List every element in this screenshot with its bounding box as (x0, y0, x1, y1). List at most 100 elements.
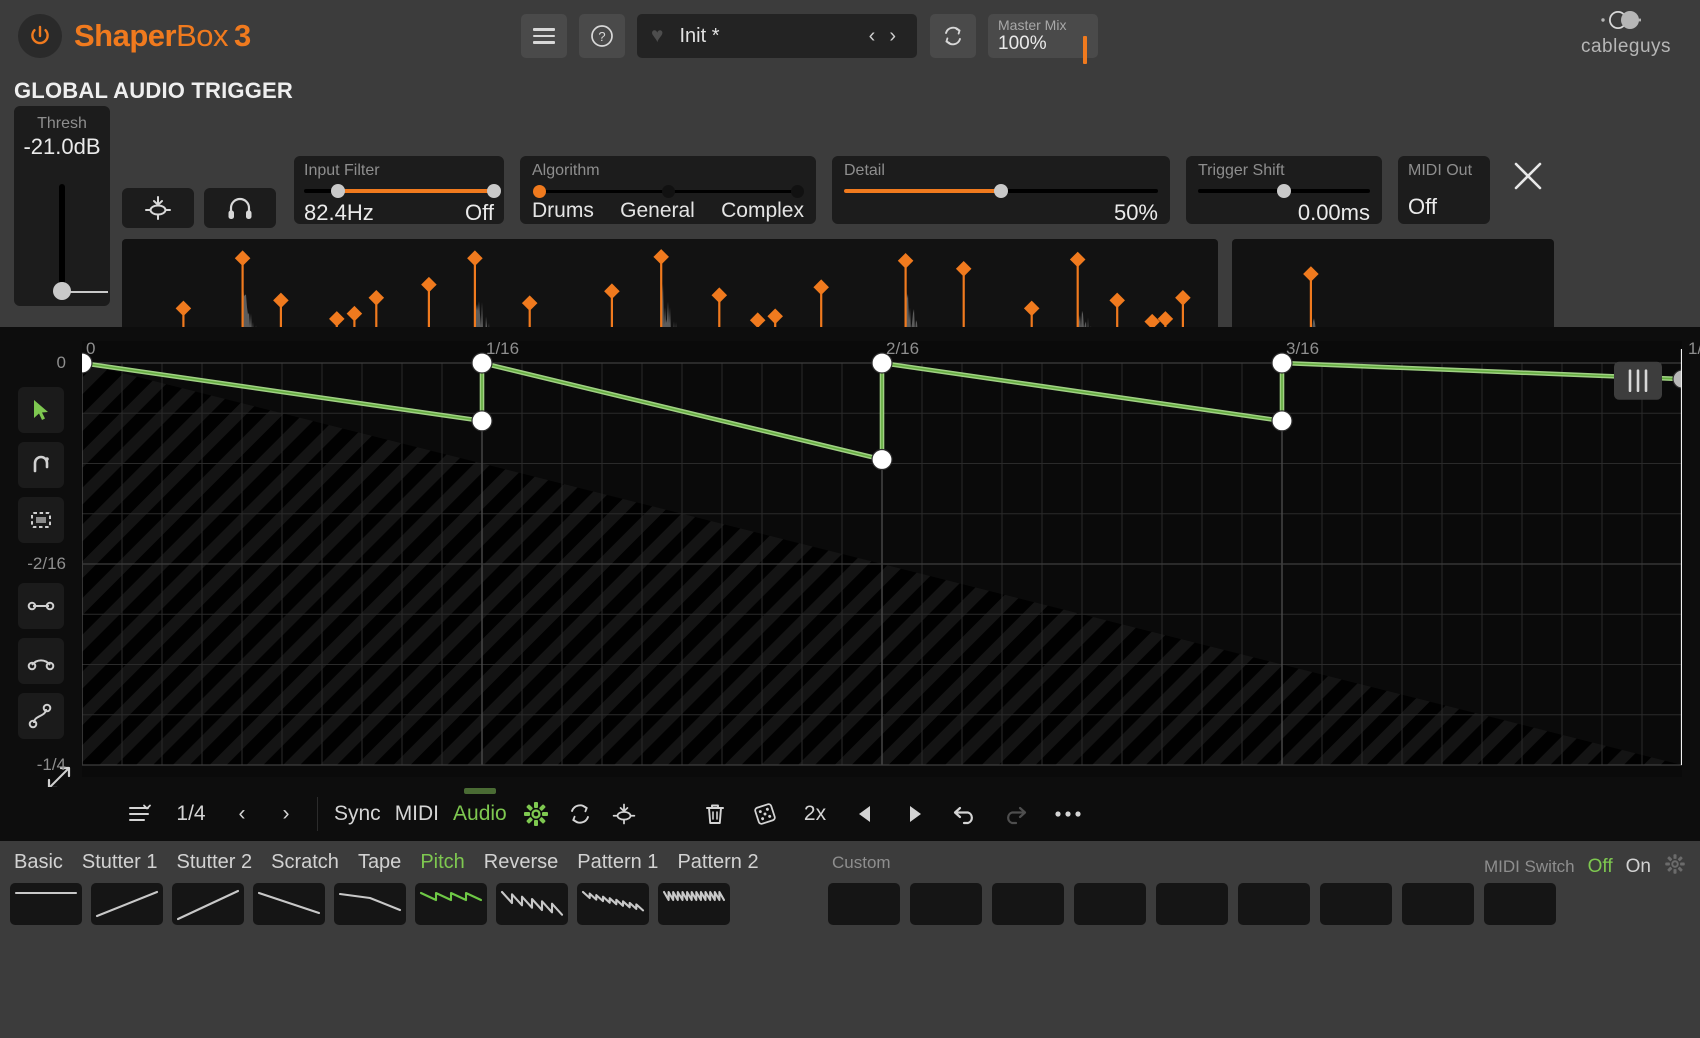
preset-selector[interactable]: ♥ Init * ‹ › (637, 14, 917, 58)
shape-tab-scratch[interactable]: Scratch (271, 851, 339, 874)
detail-slider[interactable] (844, 184, 1158, 198)
scurve-tool[interactable] (18, 693, 64, 739)
sidechain-toggle-button[interactable] (122, 188, 194, 228)
algorithm-option-general[interactable]: General (620, 199, 695, 223)
mode-audio-button[interactable]: Audio (446, 792, 514, 836)
heart-icon[interactable]: ♥ (651, 24, 663, 48)
custom-slot[interactable] (1320, 883, 1392, 925)
threshold-knob[interactable] (53, 282, 71, 300)
redo-button[interactable] (990, 792, 1040, 836)
custom-slot[interactable] (1074, 883, 1146, 925)
algorithm-option-drums[interactable]: Drums (532, 199, 594, 223)
shape-thumb-shape-rise-slight[interactable] (91, 883, 163, 925)
mode-midi-button[interactable]: MIDI (388, 792, 446, 836)
trigger-shift-knob[interactable] (1277, 184, 1291, 198)
custom-slot[interactable] (1238, 883, 1310, 925)
midi-switch-on[interactable]: On (1626, 856, 1651, 878)
mode-settings-button[interactable] (514, 792, 558, 836)
input-filter-low-knob[interactable] (331, 184, 345, 198)
envelope-svg[interactable] (82, 341, 1682, 777)
algorithm-dots[interactable] (532, 184, 804, 198)
envelope-editor[interactable]: 0 -2/16 -1/4 0 1/16 2/16 3/16 1/4 (0, 327, 1700, 787)
power-icon (28, 24, 52, 48)
y-axis-label-1-4: -1/4 (12, 755, 66, 775)
trigger-shift-slider[interactable] (1198, 184, 1370, 198)
rate-next-button[interactable]: › (264, 792, 308, 836)
clear-button[interactable] (690, 792, 740, 836)
preset-prev-button[interactable]: ‹ (862, 25, 883, 48)
shape-preview-icon (91, 883, 163, 925)
envelope-canvas[interactable]: 0 1/16 2/16 3/16 1/4 (82, 341, 1682, 777)
shape-tab-tape[interactable]: Tape (358, 851, 401, 874)
shape-thumb-shape-rise-steep[interactable] (172, 883, 244, 925)
shape-tab-basic[interactable]: Basic (14, 851, 63, 874)
trigger-source-button[interactable] (602, 792, 646, 836)
line-tool[interactable] (18, 583, 64, 629)
preset-next-button[interactable]: › (882, 25, 903, 48)
multiplier-button[interactable]: 2x (790, 792, 840, 836)
reload-preset-button[interactable] (930, 14, 976, 58)
shape-thumb-shape-fall-shallow[interactable] (334, 883, 406, 925)
step-back-button[interactable] (840, 792, 890, 836)
marquee-tool[interactable] (18, 497, 64, 543)
midi-out-control[interactable]: MIDI Out Off (1398, 156, 1490, 224)
midi-switch-settings-button[interactable] (1664, 853, 1686, 880)
rate-value[interactable]: 1/4 (162, 792, 220, 836)
input-filter-control[interactable]: Input Filter 82.4Hz Off (294, 156, 504, 224)
custom-slot[interactable] (910, 883, 982, 925)
top-bar: ShaperBox3 ? ♥ Init * ‹ › Ma (0, 0, 1700, 72)
shape-tab-reverse[interactable]: Reverse (484, 851, 558, 874)
trigger-shift-control[interactable]: Trigger Shift 0.00ms (1186, 156, 1382, 224)
algorithm-option-complex[interactable]: Complex (721, 199, 804, 223)
shape-thumb-shape-flat[interactable] (10, 883, 82, 925)
vendor-logo[interactable]: cableguys (1566, 8, 1686, 58)
custom-slot[interactable] (1484, 883, 1556, 925)
power-button[interactable] (18, 14, 62, 58)
threshold-track[interactable] (59, 184, 65, 288)
threshold-control[interactable]: Thresh -21.0dB (14, 106, 110, 306)
snap-tool[interactable] (18, 442, 64, 488)
shape-thumb-shape-saw-down[interactable] (577, 883, 649, 925)
audition-headphone-button[interactable] (204, 188, 276, 228)
input-filter-slider[interactable] (304, 184, 494, 198)
step-forward-button[interactable] (890, 792, 940, 836)
shape-tab-pitch[interactable]: Pitch (420, 851, 464, 874)
master-mix-control[interactable]: Master Mix 100% (988, 14, 1098, 58)
custom-slot[interactable] (1156, 883, 1228, 925)
shape-thumb-shape-saw-8[interactable] (496, 883, 568, 925)
algorithm-control[interactable]: Algorithm Drums General Complex (520, 156, 816, 224)
grid-settings-button[interactable] (118, 792, 162, 836)
master-mix-indicator (1083, 36, 1087, 64)
menu-button[interactable] (521, 14, 567, 58)
randomize-button[interactable] (740, 792, 790, 836)
pointer-tool[interactable] (18, 387, 64, 433)
input-filter-high-knob[interactable] (487, 184, 501, 198)
mode-sync-button[interactable]: Sync (327, 792, 388, 836)
active-mode-marker (464, 788, 496, 794)
detail-knob[interactable] (994, 184, 1008, 198)
algorithm-dot-drums[interactable] (533, 185, 546, 198)
detail-control[interactable]: Detail 50% (832, 156, 1170, 224)
shape-thumb-shape-saw-4[interactable] (415, 883, 487, 925)
midi-switch-off[interactable]: Off (1588, 856, 1613, 878)
shape-tab-stutter-1[interactable]: Stutter 1 (82, 851, 158, 874)
y-axis-label-0: 0 (22, 353, 66, 373)
help-button[interactable]: ? (579, 14, 625, 58)
shape-tab-pattern-2[interactable]: Pattern 2 (677, 851, 758, 874)
custom-slot[interactable] (1402, 883, 1474, 925)
rate-prev-button[interactable]: ‹ (220, 792, 264, 836)
shape-tab-pattern-1[interactable]: Pattern 1 (577, 851, 658, 874)
undo-button[interactable] (940, 792, 990, 836)
loop-button[interactable] (558, 792, 602, 836)
algorithm-dot-general[interactable] (662, 185, 675, 198)
close-button[interactable] (1504, 152, 1552, 200)
shape-thumb-shape-fall-slight[interactable] (253, 883, 325, 925)
custom-slot[interactable] (828, 883, 900, 925)
hamburger-icon (533, 24, 555, 48)
more-options-button[interactable] (1040, 792, 1096, 836)
shape-thumb-shape-saw-16[interactable] (658, 883, 730, 925)
algorithm-dot-complex[interactable] (791, 185, 804, 198)
shape-tab-stutter-2[interactable]: Stutter 2 (177, 851, 253, 874)
curve-tool[interactable] (18, 638, 64, 684)
custom-slot[interactable] (992, 883, 1064, 925)
